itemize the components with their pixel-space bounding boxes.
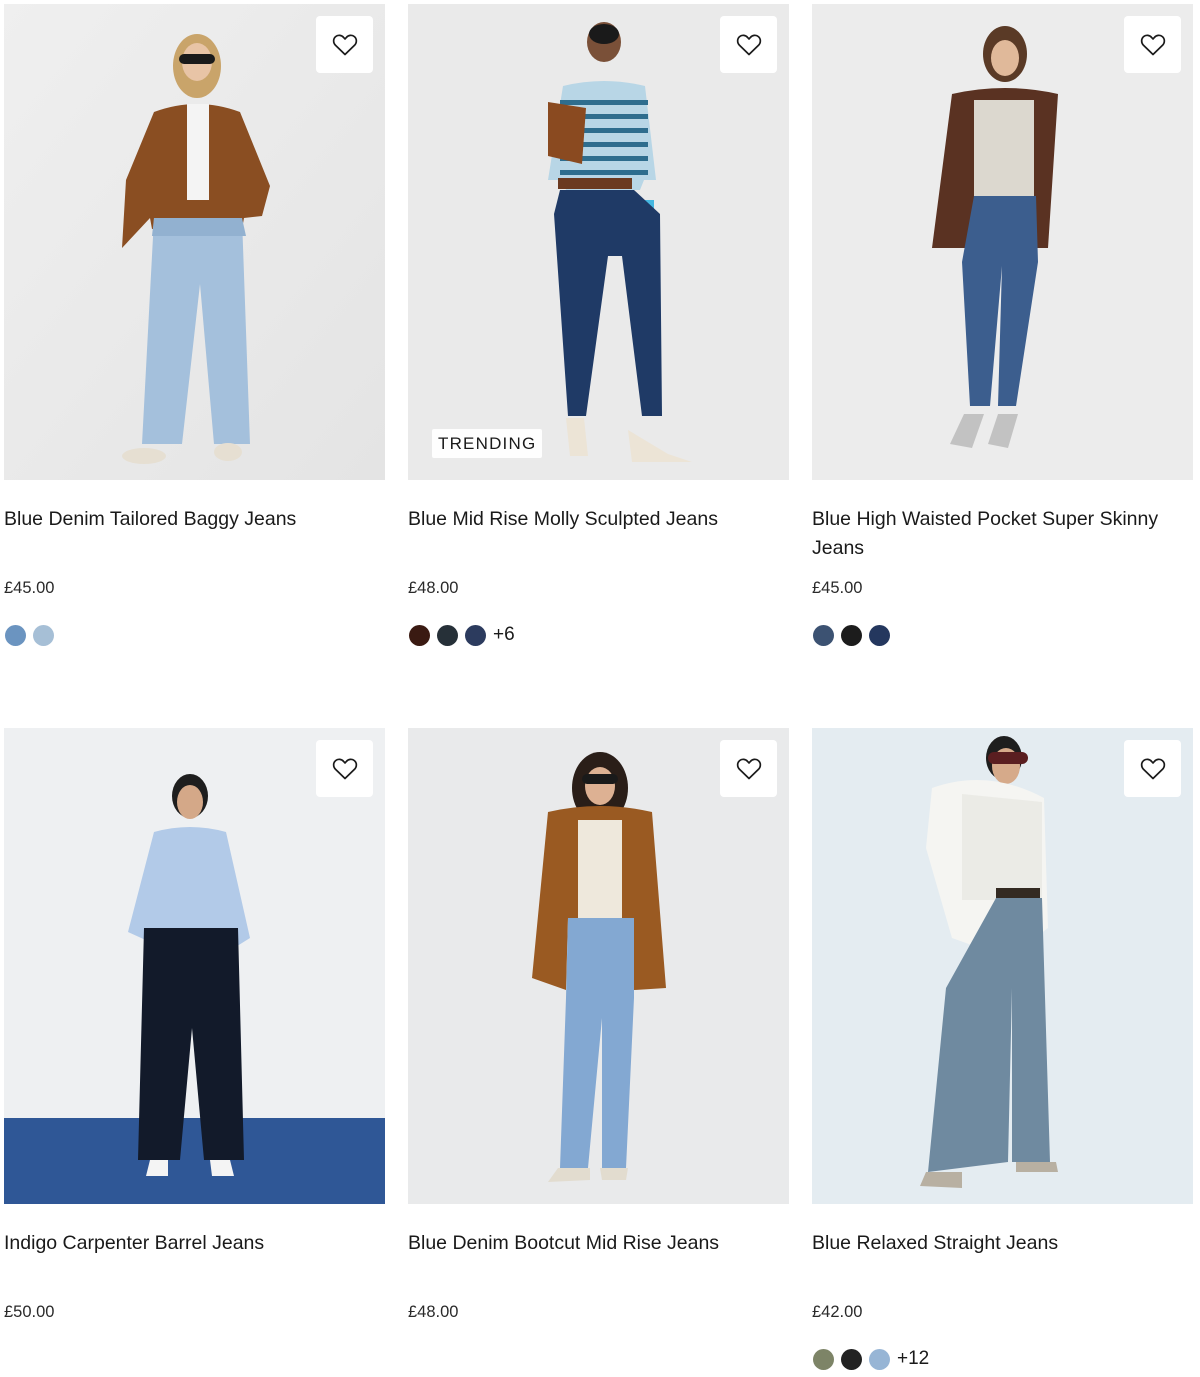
color-swatches: +6 xyxy=(409,621,515,649)
product-title[interactable]: Blue Mid Rise Molly Sculpted Jeans xyxy=(408,505,783,534)
product-image[interactable] xyxy=(4,728,385,1204)
product-photo xyxy=(408,728,789,1204)
color-swatch[interactable] xyxy=(813,624,834,646)
product-title[interactable]: Blue Denim Tailored Baggy Jeans xyxy=(4,505,379,534)
product-title[interactable]: Blue High Waisted Pocket Super Skinny Je… xyxy=(812,505,1187,563)
product-title[interactable]: Blue Denim Bootcut Mid Rise Jeans xyxy=(408,1229,783,1258)
wishlist-button[interactable] xyxy=(1124,16,1181,73)
color-swatch[interactable] xyxy=(841,1348,862,1370)
product-price: £45.00 xyxy=(4,579,55,597)
product-price: £48.00 xyxy=(408,579,459,597)
heart-outline-icon xyxy=(736,757,761,779)
product-price: £48.00 xyxy=(408,1303,459,1321)
heart-outline-icon xyxy=(736,33,761,55)
product-image[interactable]: TRENDING xyxy=(408,4,789,480)
color-swatch[interactable] xyxy=(33,624,54,646)
product-photo xyxy=(408,4,789,480)
color-swatch[interactable] xyxy=(409,624,430,646)
color-swatch[interactable] xyxy=(869,624,890,646)
product-image[interactable] xyxy=(4,4,385,480)
trending-badge: TRENDING xyxy=(432,429,543,458)
product-image[interactable] xyxy=(408,728,789,1204)
product-price: £45.00 xyxy=(812,579,863,597)
color-swatches xyxy=(5,621,61,649)
wishlist-button[interactable] xyxy=(1124,740,1181,797)
product-image[interactable] xyxy=(812,4,1193,480)
wishlist-button[interactable] xyxy=(316,740,373,797)
product-price: £42.00 xyxy=(812,1303,863,1321)
color-swatches: +12 xyxy=(813,1345,929,1373)
wishlist-button[interactable] xyxy=(720,740,777,797)
product-image[interactable] xyxy=(812,728,1193,1204)
product-title[interactable]: Blue Relaxed Straight Jeans xyxy=(812,1229,1187,1258)
color-swatch[interactable] xyxy=(465,624,486,646)
heart-outline-icon xyxy=(1140,757,1165,779)
color-swatch[interactable] xyxy=(841,624,862,646)
heart-outline-icon xyxy=(332,757,357,779)
color-swatches xyxy=(813,621,897,649)
more-colors-count[interactable]: +6 xyxy=(493,624,515,646)
color-swatch[interactable] xyxy=(437,624,458,646)
heart-outline-icon xyxy=(332,33,357,55)
heart-outline-icon xyxy=(1140,33,1165,55)
product-photo xyxy=(812,4,1193,480)
color-swatch[interactable] xyxy=(869,1348,890,1370)
product-photo xyxy=(812,728,1193,1204)
product-title[interactable]: Indigo Carpenter Barrel Jeans xyxy=(4,1229,379,1258)
product-photo xyxy=(4,728,385,1204)
wishlist-button[interactable] xyxy=(316,16,373,73)
color-swatch[interactable] xyxy=(5,624,26,646)
product-photo xyxy=(4,4,385,480)
color-swatch[interactable] xyxy=(813,1348,834,1370)
more-colors-count[interactable]: +12 xyxy=(897,1348,929,1370)
product-grid: Blue Denim Tailored Baggy Jeans £45.00 T… xyxy=(0,0,1200,1377)
product-price: £50.00 xyxy=(4,1303,55,1321)
wishlist-button[interactable] xyxy=(720,16,777,73)
